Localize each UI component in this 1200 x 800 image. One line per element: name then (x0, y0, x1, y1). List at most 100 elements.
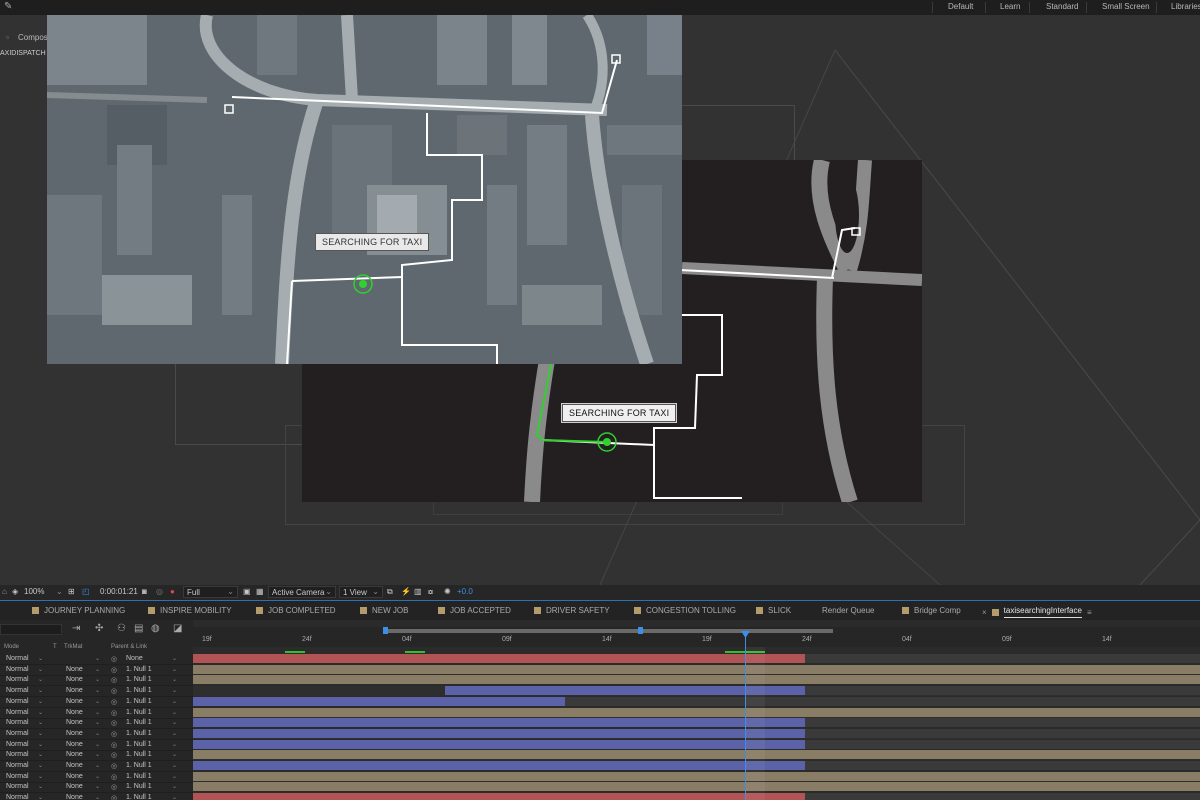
tab-taxisearchinginterface[interactable]: × taxisearchingInterface ≡ (982, 606, 1092, 618)
current-time-display[interactable]: 0:00:01:21 (100, 587, 138, 596)
pin-icon[interactable]: ✎ (4, 1, 12, 12)
tab-slick[interactable]: SLICK (756, 606, 791, 615)
resolution-select[interactable]: Full ⌄ (183, 586, 238, 598)
layer-row[interactable]: Normal None 1. Null 1 ⌄ ⌄ ⌄ ◎ (0, 665, 193, 676)
parent-select[interactable]: 1. Null 1 (126, 751, 152, 758)
blend-mode-select[interactable]: Normal (6, 719, 29, 726)
layer-row[interactable]: Normal None 1. Null 1 ⌄ ⌄ ⌄ ◎ (0, 686, 193, 698)
blend-mode-select[interactable]: Normal (6, 698, 29, 705)
layer-duration-bar[interactable] (193, 664, 1200, 674)
tab-inspire-mobility[interactable]: INSPIRE MOBILITY (148, 606, 232, 615)
frame-blending-icon[interactable]: ▤ (134, 623, 143, 634)
draft-3d-icon[interactable]: ✣ (95, 623, 103, 634)
layer-search-input[interactable] (0, 624, 62, 635)
pick-whip-icon[interactable]: ◎ (111, 719, 117, 727)
composition-viewer[interactable]: ▫ Composit AXIDISPATCH SEARCHING FOR TAX… (0, 15, 1200, 585)
pick-whip-icon[interactable]: ◎ (111, 762, 117, 770)
workspace-tab-libraries[interactable]: Libraries (1171, 2, 1200, 11)
layer-duration-bar[interactable] (193, 761, 805, 770)
parent-select[interactable]: 1. Null 1 (126, 709, 152, 716)
timeline-graph[interactable]: 19f 24f 04f 09f 14f 19f 24f 04f 09f 14f (193, 620, 1200, 800)
blend-mode-select[interactable]: Normal (6, 730, 29, 737)
workspace-tab-standard[interactable]: Standard (1046, 2, 1078, 11)
tab-job-completed[interactable]: JOB COMPLETED (256, 606, 336, 615)
blend-mode-select[interactable]: Normal (6, 655, 29, 662)
pick-whip-icon[interactable]: ◎ (111, 666, 117, 674)
composition-mini-flowchart-icon[interactable]: ⇥ (72, 623, 80, 634)
layer-duration-bar[interactable] (193, 782, 1200, 792)
pick-whip-icon[interactable]: ◎ (111, 709, 117, 717)
color-channel-icon[interactable]: ● (170, 587, 175, 596)
blend-mode-select[interactable]: Normal (6, 676, 29, 683)
layer-duration-bar[interactable] (193, 793, 805, 800)
pick-whip-icon[interactable]: ◎ (111, 773, 117, 781)
parent-select[interactable]: 1. Null 1 (126, 698, 152, 705)
parent-select[interactable]: 1. Null 1 (126, 676, 152, 683)
motion-blur-icon[interactable]: ◍ (151, 623, 160, 634)
close-icon[interactable]: × (982, 608, 987, 617)
target-region-icon[interactable]: ▣ (243, 587, 251, 596)
exposure-icon[interactable]: ✺ (444, 587, 451, 596)
track-matte-select[interactable]: None (66, 794, 83, 800)
workspace-tab-default[interactable]: Default (948, 2, 973, 11)
track-matte-select[interactable]: None (66, 783, 83, 790)
blend-mode-select[interactable]: Normal (6, 687, 29, 694)
timeline-icon[interactable]: ▥ (414, 587, 422, 596)
blend-mode-select[interactable]: Normal (6, 762, 29, 769)
parent-select[interactable]: 1. Null 1 (126, 730, 152, 737)
region-of-interest-icon[interactable]: ◰ (82, 587, 90, 596)
layer-row[interactable]: Normal None 1. Null 1 ⌄ ⌄ ⌄ ◎ (0, 750, 193, 762)
aerial-map-layer[interactable]: SEARCHING FOR TAXI (47, 15, 682, 364)
layer-duration-bar[interactable] (193, 654, 805, 663)
layer-row[interactable]: Normal None 1. Null 1 ⌄ ⌄ ⌄ ◎ (0, 729, 193, 740)
track-matte-select[interactable]: None (66, 698, 83, 705)
blend-mode-select[interactable]: Normal (6, 751, 29, 758)
pick-whip-icon[interactable]: ◎ (111, 783, 117, 791)
pick-whip-icon[interactable]: ◎ (111, 794, 117, 800)
flowchart-icon[interactable]: ⧇ (428, 587, 433, 597)
layer-row[interactable]: Normal None 1. Null 1 ⌄ ⌄ ⌄ ◎ (0, 772, 193, 783)
tab-bridge-comp[interactable]: Bridge Comp (902, 606, 961, 615)
layer-duration-bar[interactable] (193, 771, 1200, 781)
workspace-tab-learn[interactable]: Learn (1000, 2, 1020, 11)
pick-whip-icon[interactable]: ◎ (111, 698, 117, 706)
work-area-end-handle[interactable] (638, 627, 643, 634)
track-matte-select[interactable]: None (66, 751, 83, 758)
track-matte-select[interactable]: None (66, 730, 83, 737)
magnification-select[interactable]: 100% (24, 587, 44, 596)
pick-whip-icon[interactable]: ◎ (111, 730, 117, 738)
workspace-tab-small-screen[interactable]: Small Screen (1102, 2, 1150, 11)
track-matte-select[interactable]: None (66, 741, 83, 748)
exposure-value[interactable]: +0.0 (457, 587, 473, 596)
tab-new-job[interactable]: NEW JOB (360, 606, 408, 615)
view-layout-select[interactable]: 1 View ⌄ (339, 586, 383, 598)
tab-journey-planning[interactable]: JOURNEY PLANNING (32, 606, 125, 615)
layer-row[interactable]: Normal None 1. Null 1 ⌄ ⌄ ⌄ ◎ (0, 740, 193, 751)
track-matte-select[interactable]: None (66, 666, 83, 673)
camera-select[interactable]: Active Camera ⌄ (268, 586, 336, 598)
time-ruler[interactable]: 19f 24f 04f 09f 14f 19f 24f 04f 09f 14f (193, 627, 1200, 647)
layer-row[interactable]: Normal None 1. Null 1 ⌄ ⌄ ⌄ ◎ (0, 675, 193, 687)
graph-editor-icon[interactable]: ◪ (173, 623, 182, 634)
layer-row[interactable]: Normal None 1. Null 1 ⌄ ⌄ ⌄ ◎ (0, 708, 193, 719)
track-matte-select[interactable]: None (66, 687, 83, 694)
pick-whip-icon[interactable]: ◎ (111, 687, 117, 695)
layer-duration-bar[interactable] (193, 696, 565, 706)
parent-select[interactable]: 1. Null 1 (126, 762, 152, 769)
layer-row[interactable]: Normal None 1. Null 1 ⌄ ⌄ ⌄ ◎ (0, 718, 193, 730)
blend-mode-select[interactable]: Normal (6, 783, 29, 790)
blend-mode-select[interactable]: Normal (6, 794, 29, 800)
always-preview-icon[interactable]: ⌂ (2, 587, 7, 596)
track-matte-select[interactable]: None (66, 762, 83, 769)
toggle-pixel-aspect-icon[interactable]: ⧉ (387, 587, 393, 597)
mask-icon[interactable]: ◈ (12, 587, 18, 596)
pick-whip-icon[interactable]: ◎ (111, 741, 117, 749)
blend-mode-select[interactable]: Normal (6, 709, 29, 716)
fast-preview-icon[interactable]: ⚡ (401, 587, 411, 596)
parent-select[interactable]: None (126, 655, 143, 662)
camera-snapshot-icon[interactable]: ◙ (142, 587, 147, 596)
layer-duration-bar[interactable] (193, 718, 805, 728)
layer-row[interactable]: Normal None ⌄ ⌄ ⌄ ◎ (0, 654, 193, 665)
layer-row[interactable]: Normal None 1. Null 1 ⌄ ⌄ ⌄ ◎ (0, 761, 193, 772)
layer-row[interactable]: Normal None 1. Null 1 ⌄ ⌄ ⌄ ◎ (0, 793, 193, 800)
